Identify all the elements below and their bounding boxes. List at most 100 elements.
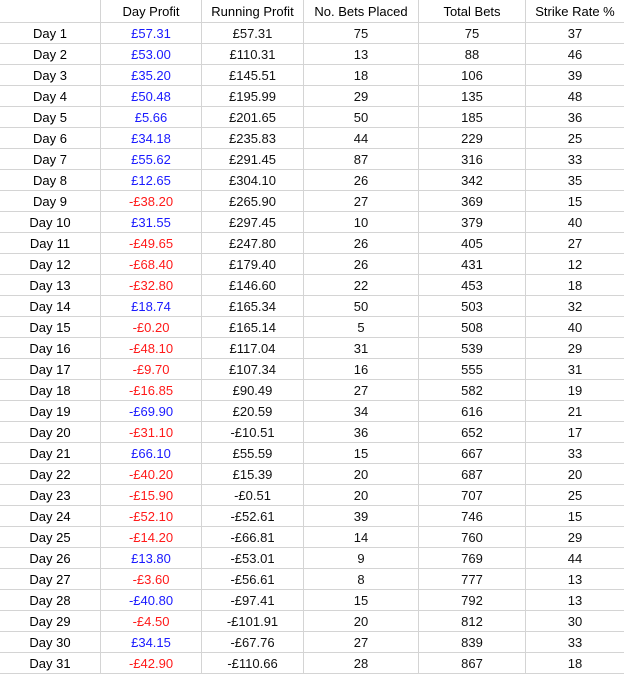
bets-placed-cell[interactable]: 5 <box>304 317 419 338</box>
total-bets-cell[interactable]: 769 <box>419 548 526 569</box>
running-profit-cell[interactable]: £304.10 <box>202 170 304 191</box>
total-bets-cell[interactable]: 185 <box>419 107 526 128</box>
day-cell[interactable]: Day 21 <box>0 443 101 464</box>
strike-rate-cell[interactable]: 17 <box>526 422 624 443</box>
running-profit-cell[interactable]: £291.45 <box>202 149 304 170</box>
strike-rate-cell[interactable]: 21 <box>526 401 624 422</box>
day-cell[interactable]: Day 31 <box>0 653 101 674</box>
strike-rate-cell[interactable]: 12 <box>526 254 624 275</box>
bets-placed-cell[interactable]: 10 <box>304 212 419 233</box>
running-profit-cell[interactable]: £20.59 <box>202 401 304 422</box>
bets-placed-cell[interactable]: 26 <box>304 233 419 254</box>
total-bets-cell[interactable]: 777 <box>419 569 526 590</box>
running-profit-cell[interactable]: -£97.41 <box>202 590 304 611</box>
bets-placed-cell[interactable]: 18 <box>304 65 419 86</box>
day-profit-cell[interactable]: -£68.40 <box>101 254 202 275</box>
day-profit-cell[interactable]: -£52.10 <box>101 506 202 527</box>
running-profit-cell[interactable]: -£67.76 <box>202 632 304 653</box>
day-cell[interactable]: Day 7 <box>0 149 101 170</box>
header-cell-day-profit[interactable]: Day Profit <box>101 0 202 23</box>
day-cell[interactable]: Day 17 <box>0 359 101 380</box>
strike-rate-cell[interactable]: 39 <box>526 65 624 86</box>
running-profit-cell[interactable]: £247.80 <box>202 233 304 254</box>
day-profit-cell[interactable]: -£40.80 <box>101 590 202 611</box>
bets-placed-cell[interactable]: 27 <box>304 191 419 212</box>
day-profit-cell[interactable]: £31.55 <box>101 212 202 233</box>
total-bets-cell[interactable]: 106 <box>419 65 526 86</box>
bets-placed-cell[interactable]: 8 <box>304 569 419 590</box>
day-profit-cell[interactable]: £34.15 <box>101 632 202 653</box>
day-cell[interactable]: Day 23 <box>0 485 101 506</box>
total-bets-cell[interactable]: 812 <box>419 611 526 632</box>
bets-placed-cell[interactable]: 36 <box>304 422 419 443</box>
strike-rate-cell[interactable]: 25 <box>526 485 624 506</box>
running-profit-cell[interactable]: -£53.01 <box>202 548 304 569</box>
bets-placed-cell[interactable]: 14 <box>304 527 419 548</box>
strike-rate-cell[interactable]: 27 <box>526 233 624 254</box>
day-profit-cell[interactable]: -£49.65 <box>101 233 202 254</box>
running-profit-cell[interactable]: £265.90 <box>202 191 304 212</box>
total-bets-cell[interactable]: 75 <box>419 23 526 44</box>
strike-rate-cell[interactable]: 18 <box>526 653 624 674</box>
bets-placed-cell[interactable]: 13 <box>304 44 419 65</box>
strike-rate-cell[interactable]: 20 <box>526 464 624 485</box>
running-profit-cell[interactable]: £57.31 <box>202 23 304 44</box>
strike-rate-cell[interactable]: 46 <box>526 44 624 65</box>
day-cell[interactable]: Day 3 <box>0 65 101 86</box>
day-profit-cell[interactable]: -£15.90 <box>101 485 202 506</box>
day-profit-cell[interactable]: -£14.20 <box>101 527 202 548</box>
day-cell[interactable]: Day 24 <box>0 506 101 527</box>
running-profit-cell[interactable]: -£0.51 <box>202 485 304 506</box>
total-bets-cell[interactable]: 229 <box>419 128 526 149</box>
running-profit-cell[interactable]: £117.04 <box>202 338 304 359</box>
day-profit-cell[interactable]: £5.66 <box>101 107 202 128</box>
day-cell[interactable]: Day 5 <box>0 107 101 128</box>
day-cell[interactable]: Day 8 <box>0 170 101 191</box>
day-cell[interactable]: Day 1 <box>0 23 101 44</box>
strike-rate-cell[interactable]: 32 <box>526 296 624 317</box>
total-bets-cell[interactable]: 342 <box>419 170 526 191</box>
total-bets-cell[interactable]: 839 <box>419 632 526 653</box>
running-profit-cell[interactable]: £165.34 <box>202 296 304 317</box>
running-profit-cell[interactable]: £146.60 <box>202 275 304 296</box>
strike-rate-cell[interactable]: 40 <box>526 317 624 338</box>
day-profit-cell[interactable]: £57.31 <box>101 23 202 44</box>
total-bets-cell[interactable]: 687 <box>419 464 526 485</box>
day-cell[interactable]: Day 13 <box>0 275 101 296</box>
running-profit-cell[interactable]: -£56.61 <box>202 569 304 590</box>
total-bets-cell[interactable]: 453 <box>419 275 526 296</box>
day-cell[interactable]: Day 28 <box>0 590 101 611</box>
strike-rate-cell[interactable]: 19 <box>526 380 624 401</box>
bets-placed-cell[interactable]: 20 <box>304 611 419 632</box>
day-profit-cell[interactable]: -£38.20 <box>101 191 202 212</box>
day-profit-cell[interactable]: -£0.20 <box>101 317 202 338</box>
day-profit-cell[interactable]: £18.74 <box>101 296 202 317</box>
day-cell[interactable]: Day 10 <box>0 212 101 233</box>
total-bets-cell[interactable]: 760 <box>419 527 526 548</box>
running-profit-cell[interactable]: -£101.91 <box>202 611 304 632</box>
bets-placed-cell[interactable]: 20 <box>304 485 419 506</box>
running-profit-cell[interactable]: £107.34 <box>202 359 304 380</box>
day-profit-cell[interactable]: -£16.85 <box>101 380 202 401</box>
day-cell[interactable]: Day 9 <box>0 191 101 212</box>
total-bets-cell[interactable]: 792 <box>419 590 526 611</box>
bets-placed-cell[interactable]: 31 <box>304 338 419 359</box>
total-bets-cell[interactable]: 316 <box>419 149 526 170</box>
day-cell[interactable]: Day 4 <box>0 86 101 107</box>
day-cell[interactable]: Day 2 <box>0 44 101 65</box>
day-profit-cell[interactable]: -£3.60 <box>101 569 202 590</box>
bets-placed-cell[interactable]: 44 <box>304 128 419 149</box>
bets-placed-cell[interactable]: 9 <box>304 548 419 569</box>
day-profit-cell[interactable]: £50.48 <box>101 86 202 107</box>
strike-rate-cell[interactable]: 44 <box>526 548 624 569</box>
running-profit-cell[interactable]: -£66.81 <box>202 527 304 548</box>
day-profit-cell[interactable]: £66.10 <box>101 443 202 464</box>
bets-placed-cell[interactable]: 50 <box>304 107 419 128</box>
header-cell-corner[interactable] <box>0 0 101 23</box>
running-profit-cell[interactable]: £235.83 <box>202 128 304 149</box>
total-bets-cell[interactable]: 746 <box>419 506 526 527</box>
bets-placed-cell[interactable]: 15 <box>304 443 419 464</box>
day-profit-cell[interactable]: -£4.50 <box>101 611 202 632</box>
bets-placed-cell[interactable]: 22 <box>304 275 419 296</box>
total-bets-cell[interactable]: 379 <box>419 212 526 233</box>
